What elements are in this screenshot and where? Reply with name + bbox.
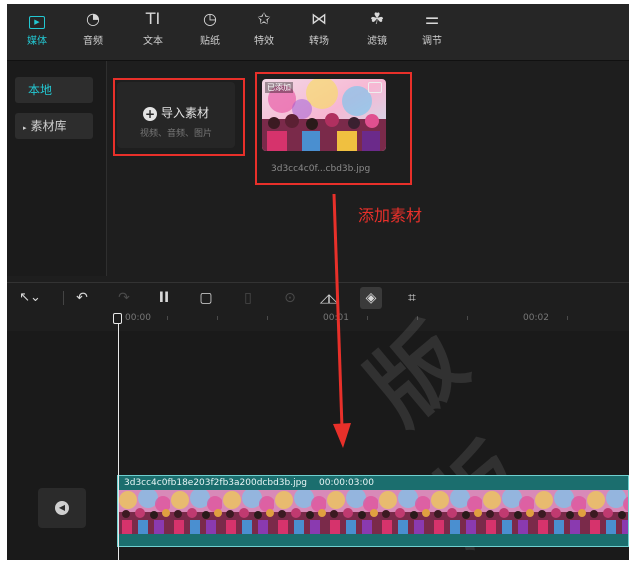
tab-label: 特效 bbox=[254, 36, 274, 47]
text-icon: TI bbox=[145, 9, 161, 28]
tab-audio[interactable]: ◔ 音频 bbox=[73, 8, 113, 58]
tab-label: 音频 bbox=[83, 36, 103, 47]
clip-audio-bar bbox=[118, 534, 628, 546]
clip-label: 3d3cc4c0fb18e203f2fb3a200dcbd3b.jpg 00:00… bbox=[124, 478, 374, 488]
timeline-ruler[interactable]: 00:00 00:01 00:02 bbox=[7, 313, 629, 331]
transition-icon: ⋈ bbox=[311, 9, 327, 28]
track-mute-button[interactable]: ◀ bbox=[38, 488, 86, 528]
tab-sticker[interactable]: ◷ 贴纸 bbox=[190, 8, 230, 58]
tab-media[interactable]: ▶ 媒体 bbox=[17, 8, 57, 58]
adjust-icon: ⚌ bbox=[424, 9, 440, 28]
video-clip[interactable]: 3d3cc4c0fb18e203f2fb3a200dcbd3b.jpg 00:00… bbox=[117, 475, 629, 547]
reverse-icon[interactable]: ⊙ bbox=[281, 287, 299, 309]
effects-icon: ✩ bbox=[257, 9, 271, 28]
tab-filter[interactable]: ☘ 滤镜 bbox=[357, 8, 397, 58]
video-editor-window: ▶ 媒体 ◔ 音频 TI 文本 ◷ 贴纸 ✩ 特效 ⋈ 转场 ☘ 滤镜 ⚌ 调节 bbox=[7, 4, 629, 560]
audio-icon: ◔ bbox=[86, 9, 100, 28]
tab-label: 媒体 bbox=[27, 36, 47, 47]
ruler-tick bbox=[167, 316, 168, 320]
ruler-tick bbox=[217, 316, 218, 320]
media-sidebar: 本地 ▸ 素材库 bbox=[7, 61, 107, 276]
playhead-line[interactable] bbox=[118, 317, 119, 560]
rotate-icon[interactable]: ◈ bbox=[360, 287, 382, 309]
annotation-label: 添加素材 bbox=[358, 206, 423, 225]
tab-label: 滤镜 bbox=[367, 36, 387, 47]
sidebar-item-label: 素材库 bbox=[30, 119, 67, 133]
redo-icon[interactable]: ↷ bbox=[115, 287, 133, 309]
tab-adjust[interactable]: ⚌ 调节 bbox=[412, 8, 452, 58]
tab-label: 贴纸 bbox=[200, 36, 220, 47]
sidebar-item-library[interactable]: ▸ 素材库 bbox=[15, 113, 93, 139]
ruler-tick bbox=[467, 316, 468, 320]
split-icon[interactable]: II bbox=[155, 287, 173, 309]
delete-icon[interactable]: ▢ bbox=[197, 287, 215, 309]
filter-icon: ☘ bbox=[369, 9, 385, 28]
ruler-label: 00:02 bbox=[523, 313, 549, 323]
divider bbox=[63, 291, 64, 305]
clip-frames-strip bbox=[118, 490, 628, 534]
tab-label: 文本 bbox=[143, 36, 163, 47]
sidebar-item-local[interactable]: 本地 bbox=[15, 77, 93, 103]
top-toolbar: ▶ 媒体 ◔ 音频 TI 文本 ◷ 贴纸 ✩ 特效 ⋈ 转场 ☘ 滤镜 ⚌ 调节 bbox=[7, 4, 629, 61]
thumbnail-highlight-box bbox=[255, 72, 412, 185]
clip-filename: 3d3cc4c0fb18e203f2fb3a200dcbd3b.jpg bbox=[124, 478, 308, 488]
tab-label: 转场 bbox=[309, 36, 329, 47]
clip-duration: 00:00:03:00 bbox=[319, 478, 374, 488]
undo-icon[interactable]: ↶ bbox=[73, 287, 91, 309]
media-icon: ▶ bbox=[17, 8, 57, 30]
tab-transition[interactable]: ⋈ 转场 bbox=[299, 8, 339, 58]
select-cursor-icon[interactable]: ↖⌄ bbox=[15, 287, 45, 309]
sticker-icon: ◷ bbox=[203, 9, 217, 28]
ruler-label: 00:00 bbox=[125, 313, 151, 323]
playhead-handle[interactable] bbox=[113, 313, 122, 324]
tab-label: 调节 bbox=[422, 36, 442, 47]
speaker-icon: ◀ bbox=[55, 501, 69, 515]
annotation-arrow bbox=[332, 193, 351, 448]
ruler-tick bbox=[267, 316, 268, 320]
timeline-toolbar: ↖⌄ ↶ ↷ II ▢ ▯ ⊙ ◿◺ ◈ ⌗ bbox=[7, 282, 629, 314]
tab-text[interactable]: TI 文本 bbox=[133, 8, 173, 58]
import-highlight-box bbox=[113, 78, 245, 156]
tab-effects[interactable]: ✩ 特效 bbox=[244, 8, 284, 58]
freeze-icon[interactable]: ▯ bbox=[239, 287, 257, 309]
ruler-tick bbox=[567, 316, 568, 320]
caret-right-icon: ▸ bbox=[23, 124, 27, 132]
